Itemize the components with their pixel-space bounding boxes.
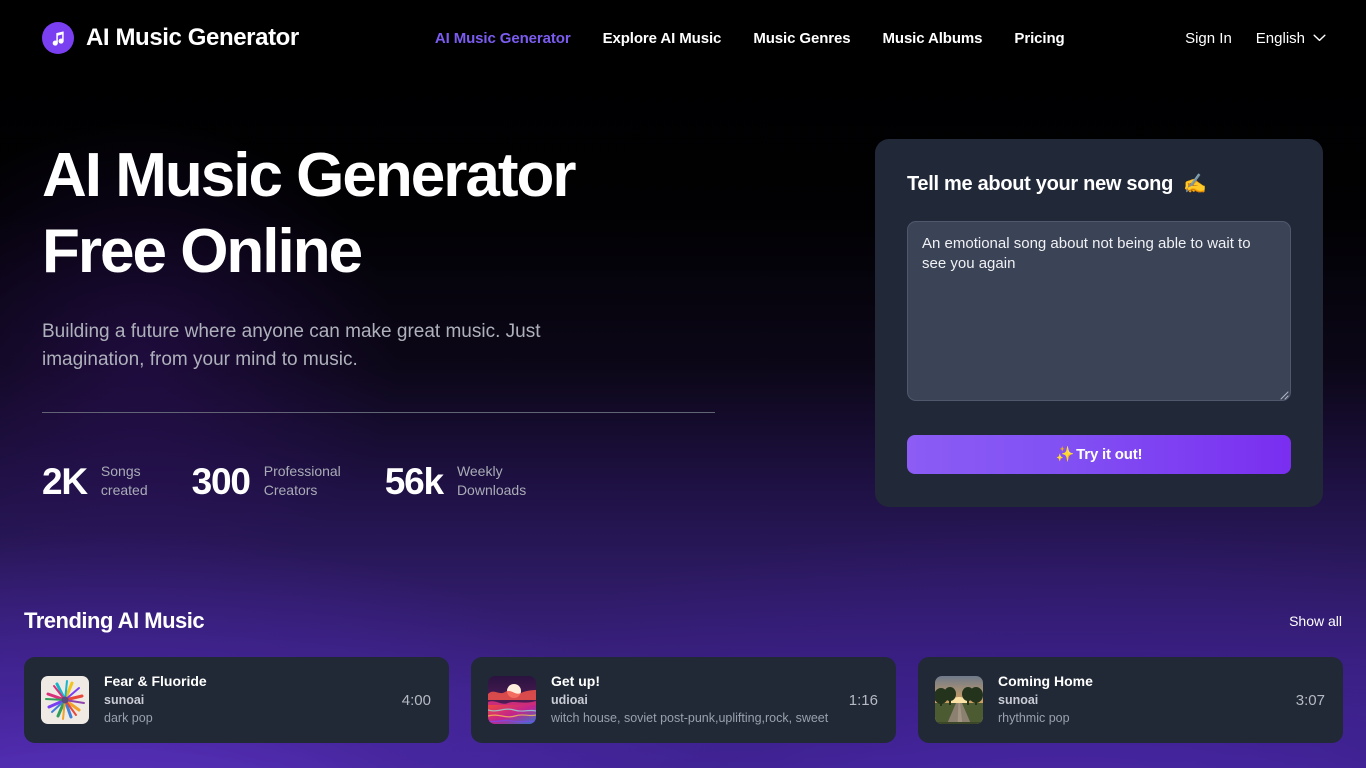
trending-card-list: Fear & Fluoride sunoai dark pop 4:00 Get…: [24, 657, 1343, 743]
nav-link-explore-ai-music[interactable]: Explore AI Music: [603, 30, 722, 47]
nav-link-music-albums[interactable]: Music Albums: [882, 30, 982, 47]
card-tags: witch house, soviet post-punk,uplifting,…: [551, 711, 829, 725]
stats-row: 2K Songs created 300 Professional Creato…: [42, 462, 526, 500]
card-tags: rhythmic pop: [998, 711, 1070, 725]
stat-value: 56k: [384, 460, 444, 502]
stat-professional-creators: 300 Professional Creators: [192, 462, 341, 500]
brand-name: AI Music Generator: [86, 24, 299, 51]
trending-header: Trending AI Music Show all: [24, 608, 1342, 634]
chevron-down-icon: [1313, 29, 1326, 47]
card-title: Get up!: [551, 673, 600, 689]
card-artist: sunoai: [104, 693, 145, 707]
card-artist: udioai: [551, 693, 588, 707]
trending-card[interactable]: Fear & Fluoride sunoai dark pop 4:00: [24, 657, 449, 743]
card-artist: sunoai: [998, 693, 1039, 707]
trending-title: Trending AI Music: [24, 608, 205, 633]
header-actions: Sign In English: [1185, 0, 1326, 76]
page-title: AI Music Generator Free Online: [42, 138, 742, 290]
sign-in-button[interactable]: Sign In: [1185, 30, 1232, 47]
stat-weekly-downloads: 56k Weekly Downloads: [385, 462, 526, 500]
card-title: Coming Home: [998, 673, 1093, 689]
language-selector[interactable]: English: [1256, 29, 1326, 47]
country-road-sunset-thumbnail: [935, 676, 983, 724]
panel-title-text: Tell me about your new song: [907, 173, 1174, 195]
music-note-icon: [42, 22, 74, 54]
hero-subtitle: Building a future where anyone can make …: [42, 321, 541, 370]
card-info: Fear & Fluoride sunoai dark pop: [104, 673, 390, 727]
try-it-out-button[interactable]: ✨ Try it out!: [907, 435, 1291, 474]
hero-divider: [42, 412, 715, 413]
prompt-panel: Tell me about your new song ✍️ ✨ Try it …: [875, 139, 1323, 507]
hero-title-line-2: Free Online: [42, 217, 363, 286]
stat-songs-created: 2K Songs created: [42, 462, 148, 500]
language-label: English: [1255, 29, 1305, 47]
stat-label: Weekly Downloads: [456, 463, 527, 498]
card-info: Get up! udioai witch house, soviet post-…: [551, 673, 837, 727]
stat-label: Songs created: [100, 463, 148, 498]
song-prompt-input[interactable]: [907, 221, 1291, 401]
try-it-out-label: Try it out!: [1076, 446, 1143, 463]
sparkles-icon: ✨: [1055, 446, 1075, 463]
stat-value: 2K: [42, 460, 88, 502]
nav-link-pricing[interactable]: Pricing: [1014, 30, 1064, 47]
site-header: AI Music Generator AI Music Generator Ex…: [0, 0, 1366, 76]
hero-title-line-1: AI Music Generator: [42, 141, 576, 210]
card-tags: dark pop: [104, 711, 153, 725]
stat-value: 300: [191, 460, 251, 502]
card-info: Coming Home sunoai rhythmic pop: [998, 673, 1284, 727]
writing-hand-icon: ✍️: [1183, 174, 1207, 195]
card-duration: 3:07: [1295, 691, 1325, 709]
hero-section: AI Music Generator Free Online Building …: [42, 138, 742, 374]
page-root: AI Music Generator AI Music Generator Ex…: [0, 0, 1366, 768]
card-duration: 1:16: [848, 691, 878, 709]
nav-link-music-genres[interactable]: Music Genres: [753, 30, 850, 47]
show-all-link[interactable]: Show all: [1289, 613, 1342, 629]
trending-card[interactable]: Coming Home sunoai rhythmic pop 3:07: [918, 657, 1343, 743]
trending-card[interactable]: Get up! udioai witch house, soviet post-…: [471, 657, 896, 743]
panel-title: Tell me about your new song ✍️: [907, 173, 1207, 196]
brand-logo[interactable]: AI Music Generator: [42, 22, 299, 54]
nav-link-ai-music-generator[interactable]: AI Music Generator: [435, 30, 571, 47]
colorful-burst-thumbnail: [41, 676, 89, 724]
sunset-moon-thumbnail: [488, 676, 536, 724]
card-title: Fear & Fluoride: [104, 673, 207, 689]
card-duration: 4:00: [401, 691, 431, 709]
main-nav: AI Music Generator Explore AI Music Musi…: [435, 30, 1065, 47]
stat-label: Professional Creators: [263, 463, 341, 498]
